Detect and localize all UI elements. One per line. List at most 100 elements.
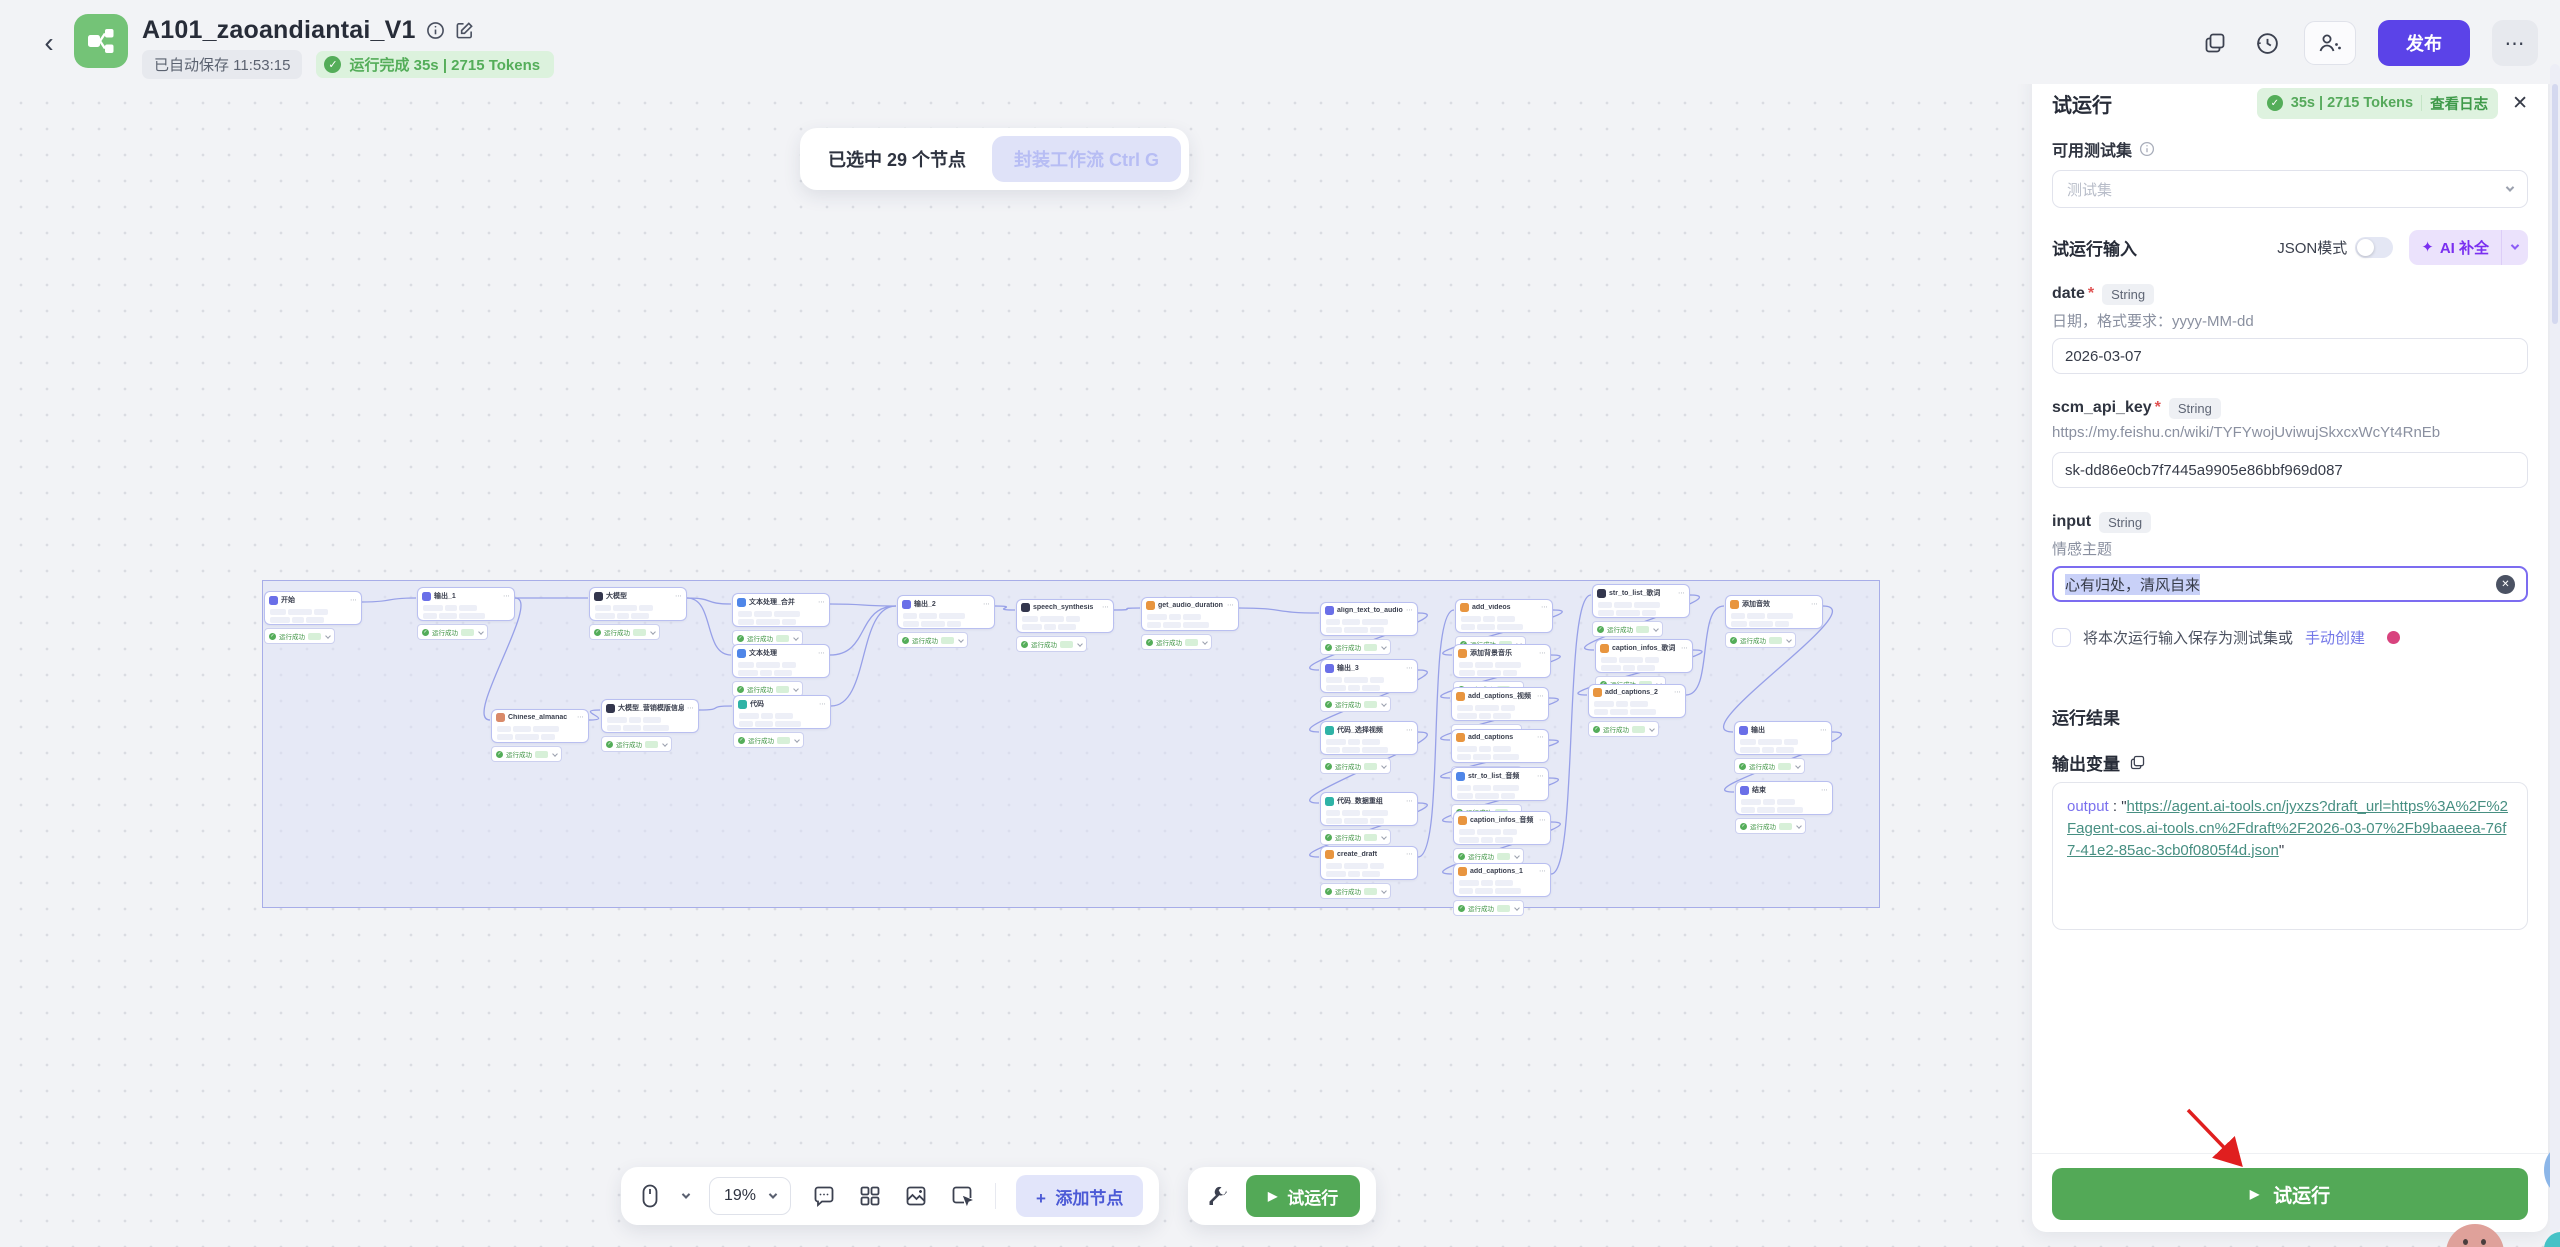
publish-button[interactable]: 发布: [2378, 20, 2470, 66]
node-more-icon[interactable]: ⋯: [1406, 798, 1413, 805]
layout-grid-icon[interactable]: [857, 1183, 883, 1209]
workflow-node[interactable]: 开始⋯: [265, 592, 361, 624]
node-more-icon[interactable]: ⋯: [1820, 727, 1827, 734]
node-more-icon[interactable]: ⋯: [1539, 868, 1546, 875]
workflow-node[interactable]: create_draft⋯: [1321, 847, 1417, 879]
node-status[interactable]: ✓运行成功: [1142, 635, 1211, 649]
workflow-node[interactable]: speech_synthesis⋯: [1017, 600, 1113, 632]
node-status[interactable]: ✓运行成功: [1454, 901, 1523, 915]
back-button[interactable]: ‹: [34, 28, 64, 58]
info-icon[interactable]: [426, 21, 445, 40]
workflow-node[interactable]: add_videos⋯: [1456, 600, 1552, 632]
more-menu-button[interactable]: ⋯: [2492, 20, 2538, 66]
workflow-node[interactable]: 代码⋯: [734, 696, 830, 728]
node-status[interactable]: ✓运行成功: [492, 747, 561, 761]
node-more-icon[interactable]: ⋯: [503, 593, 510, 600]
node-status[interactable]: ✓运行成功: [602, 737, 671, 751]
add-node-button[interactable]: + 添加节点: [1016, 1175, 1143, 1217]
workflow-node[interactable]: Chinese_almanac⋯: [492, 710, 588, 742]
scm_api_key-input[interactable]: sk-dd86e0cb7f7445a9905e86bbf969d087: [2052, 452, 2528, 488]
workflow-node[interactable]: add_captions_2⋯: [1589, 685, 1685, 717]
node-status[interactable]: ✓运行成功: [733, 682, 802, 696]
workflow-node[interactable]: 结束⋯: [1736, 782, 1832, 814]
node-more-icon[interactable]: ⋯: [818, 599, 825, 606]
workflow-node[interactable]: caption_infos_音频⋯: [1454, 812, 1550, 844]
node-more-icon[interactable]: ⋯: [1537, 693, 1544, 700]
mouse-mode-icon[interactable]: [637, 1183, 663, 1209]
node-more-icon[interactable]: ⋯: [1406, 727, 1413, 734]
copy-icon[interactable]: [2129, 754, 2146, 771]
save-testset-checkbox[interactable]: [2052, 628, 2071, 647]
json-mode-toggle[interactable]: [2355, 237, 2393, 258]
wrap-workflow-button[interactable]: 封装工作流 Ctrl G: [992, 136, 1181, 182]
node-status[interactable]: ✓运行成功: [1321, 830, 1390, 844]
node-status[interactable]: ✓运行成功: [1736, 819, 1805, 833]
node-status[interactable]: ✓运行成功: [1726, 633, 1795, 647]
node-status[interactable]: ✓运行成功: [733, 631, 802, 645]
node-status[interactable]: ✓运行成功: [1735, 759, 1804, 773]
panel-test-run-button[interactable]: ▶ 试运行: [2052, 1168, 2528, 1220]
node-status[interactable]: ✓运行成功: [1321, 884, 1390, 898]
output-link[interactable]: https://agent.ai-tools.cn/jyxzs?draft_ur…: [2067, 798, 2508, 859]
workflow-node[interactable]: 输出_3⋯: [1321, 660, 1417, 692]
workflow-node[interactable]: 文本处理_合并⋯: [733, 594, 829, 626]
panel-run-status-badge[interactable]: ✓ 35s | 2715 Tokens 查看日志: [2257, 88, 2498, 119]
close-icon[interactable]: ✕: [2512, 94, 2528, 113]
node-more-icon[interactable]: ⋯: [1541, 604, 1548, 611]
input-input[interactable]: 心有归处，清风自来✕: [2052, 566, 2528, 602]
node-status[interactable]: ✓运行成功: [1593, 622, 1662, 636]
node-status[interactable]: ✓运行成功: [265, 629, 334, 643]
node-status[interactable]: ✓运行成功: [734, 733, 803, 747]
workflow-node[interactable]: 大模型⋯: [590, 588, 686, 620]
node-more-icon[interactable]: ⋯: [1406, 851, 1413, 858]
select-frame-icon[interactable]: [949, 1183, 975, 1209]
workflow-node[interactable]: get_audio_duration⋯: [1142, 598, 1238, 630]
node-more-icon[interactable]: ⋯: [1821, 787, 1828, 794]
node-status[interactable]: ✓运行成功: [1589, 722, 1658, 736]
workflow-node[interactable]: caption_infos_歌词⋯: [1596, 640, 1692, 672]
node-more-icon[interactable]: ⋯: [350, 597, 357, 604]
export-image-icon[interactable]: [903, 1183, 929, 1209]
node-more-icon[interactable]: ⋯: [675, 593, 682, 600]
workflow-node[interactable]: 文本处理⋯: [733, 645, 829, 677]
clear-input-icon[interactable]: ✕: [2496, 575, 2515, 594]
node-status[interactable]: ✓运行成功: [898, 633, 967, 647]
edit-icon[interactable]: [455, 21, 474, 40]
node-more-icon[interactable]: ⋯: [819, 701, 826, 708]
workflow-node[interactable]: str_to_list_音频⋯: [1452, 768, 1548, 800]
copy-duplicate-icon[interactable]: [2200, 28, 2230, 58]
ai-complete-button[interactable]: ✦ AI 补全: [2409, 230, 2528, 265]
node-more-icon[interactable]: ⋯: [1227, 602, 1234, 609]
workflow-node[interactable]: 代码_选择视频⋯: [1321, 722, 1417, 754]
node-status[interactable]: ✓运行成功: [1321, 640, 1390, 654]
workflow-node[interactable]: str_to_list_歌词⋯: [1593, 585, 1689, 617]
node-more-icon[interactable]: ⋯: [1539, 650, 1546, 657]
manual-create-link[interactable]: 手动创建: [2305, 627, 2365, 648]
workflow-node[interactable]: 添加音效⋯: [1726, 596, 1822, 628]
scrollbar-thumb[interactable]: [2552, 84, 2558, 324]
node-more-icon[interactable]: ⋯: [1681, 645, 1688, 652]
chevron-down-icon[interactable]: [682, 1190, 690, 1198]
workflow-node[interactable]: 输出_1⋯: [418, 588, 514, 620]
node-status[interactable]: ✓运行成功: [590, 625, 659, 639]
node-status[interactable]: ✓运行成功: [1017, 637, 1086, 651]
date-input[interactable]: 2026-03-07: [2052, 338, 2528, 374]
workflow-node[interactable]: 输出_2⋯: [898, 596, 994, 628]
node-more-icon[interactable]: ⋯: [1811, 601, 1818, 608]
workflow-node[interactable]: 大模型_营销模版信息⋯: [602, 700, 698, 732]
zoom-select[interactable]: 19%: [709, 1177, 791, 1215]
node-more-icon[interactable]: ⋯: [687, 705, 694, 712]
run-status-badge[interactable]: ✓ 运行完成 35s | 2715 Tokens: [316, 51, 554, 78]
wrench-icon[interactable]: [1204, 1183, 1230, 1209]
node-status[interactable]: ✓运行成功: [418, 625, 487, 639]
workflow-node[interactable]: add_captions_视频⋯: [1452, 688, 1548, 720]
workflow-node[interactable]: 添加背景音乐⋯: [1454, 645, 1550, 677]
node-more-icon[interactable]: ⋯: [577, 714, 584, 721]
workflow-node[interactable]: align_text_to_audio⋯: [1321, 603, 1417, 635]
info-icon[interactable]: [2139, 141, 2155, 157]
chevron-down-icon[interactable]: [2502, 230, 2528, 265]
workflow-node[interactable]: add_captions⋯: [1452, 730, 1548, 762]
workflow-node[interactable]: 代码_数据重组⋯: [1321, 793, 1417, 825]
node-more-icon[interactable]: ⋯: [1537, 734, 1544, 741]
view-logs-link[interactable]: 查看日志: [2430, 93, 2488, 114]
